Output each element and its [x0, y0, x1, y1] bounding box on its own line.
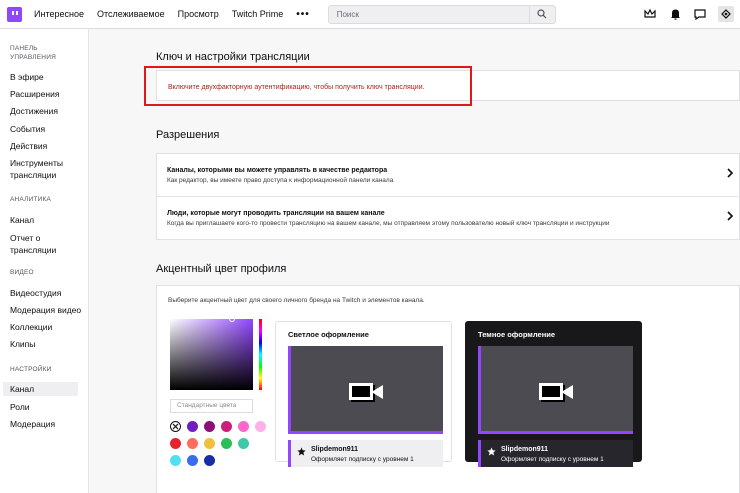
accent-color-card: Выберите акцентный цвет для своего лично… — [156, 285, 740, 493]
main-content: Ключ и настройки трансляции Включите дву… — [89, 29, 740, 493]
accent-description: Выберите акцентный цвет для своего лично… — [168, 297, 425, 304]
search-icon — [537, 9, 547, 19]
color-picker-handle[interactable] — [229, 316, 235, 322]
top-navigation: Интересное Отслеживаемое Просмотр Twitch… — [0, 0, 740, 29]
sidebar-item-channel-analytics[interactable]: Канал — [0, 214, 34, 226]
sidebar-item-events[interactable]: События — [0, 123, 45, 135]
permission-row-broadcasters[interactable]: Люди, которые могут проводить трансляции… — [157, 197, 740, 239]
permission-subtitle: Когда вы приглашаете кого-то провести тр… — [167, 220, 610, 227]
light-video-placeholder — [288, 346, 443, 434]
subscriber-name: Slipdemon911 — [311, 446, 359, 453]
crown-icon[interactable] — [643, 7, 657, 21]
permission-title: Каналы, которыми вы можете управлять в к… — [167, 167, 388, 174]
color-swatch[interactable] — [238, 438, 249, 449]
dark-video-placeholder — [478, 346, 633, 434]
sidebar-item-roles[interactable]: Роли — [0, 401, 30, 413]
color-picker-area[interactable] — [170, 316, 253, 390]
light-subscription-strip: Slipdemon911 Оформляет подписку с уровне… — [288, 440, 443, 467]
sidebar-item-activity[interactable]: Действия — [0, 140, 47, 152]
close-icon — [172, 423, 179, 430]
sidebar-section-analytics: АНАЛИТИКА — [10, 196, 52, 203]
search-button[interactable] — [529, 4, 556, 24]
dark-subscription-strip: Slipdemon911 Оформляет подписку с уровне… — [478, 440, 633, 467]
video-camera-icon — [539, 383, 573, 402]
sidebar-item-collections[interactable]: Коллекции — [0, 321, 52, 333]
dashboard-sidebar: ПАНЕЛЬ УПРАВЛЕНИЯ В эфире Расширения Дос… — [0, 29, 89, 493]
more-menu-button[interactable]: ••• — [296, 9, 310, 20]
color-swatch[interactable] — [204, 455, 215, 466]
color-swatch-selected[interactable] — [170, 421, 181, 432]
user-avatar[interactable] — [718, 6, 734, 22]
sidebar-section-dashboard: ПАНЕЛЬ УПРАВЛЕНИЯ — [10, 45, 56, 61]
sidebar-item-clips[interactable]: Клипы — [0, 338, 35, 350]
sidebar-item-stream-report[interactable]: Отчет о трансляции — [0, 232, 68, 256]
color-swatch[interactable] — [170, 438, 181, 449]
color-swatch[interactable] — [204, 421, 215, 432]
search-input[interactable]: Поиск — [327, 4, 530, 24]
sidebar-item-stream-tools[interactable]: Инструменты трансляции — [0, 157, 75, 181]
nav-link-browse[interactable]: Интересное — [34, 9, 84, 19]
notifications-bell-icon[interactable] — [668, 7, 682, 21]
permission-row-editor[interactable]: Каналы, которыми вы можете управлять в к… — [157, 154, 740, 196]
color-swatch[interactable] — [187, 455, 198, 466]
permissions-heading: Разрешения — [156, 129, 220, 141]
color-swatch[interactable] — [221, 421, 232, 432]
color-swatch[interactable] — [187, 438, 198, 449]
sidebar-item-extensions[interactable]: Расширения — [0, 88, 59, 100]
subscriber-name: Slipdemon911 — [501, 446, 549, 453]
nav-link-following[interactable]: Отслеживаемое — [97, 9, 165, 19]
light-theme-preview: Светлое оформление Slipdemon911 Оформляе… — [275, 321, 452, 467]
chevron-right-icon — [727, 168, 734, 178]
video-camera-icon — [349, 383, 383, 402]
whispers-icon[interactable] — [693, 7, 707, 21]
standard-colors-dropdown[interactable]: Стандартные цвета — [170, 399, 253, 413]
chevron-right-icon — [727, 211, 734, 221]
permissions-card: Каналы, которыми вы можете управлять в к… — [156, 153, 740, 240]
subscription-tier-text: Оформляет подписку с уровнем 1 — [501, 456, 604, 463]
sidebar-item-channel-settings[interactable]: Канал — [3, 382, 78, 396]
sidebar-section-video: ВИДЕО — [10, 269, 34, 276]
color-swatch[interactable] — [255, 421, 266, 432]
stream-key-heading: Ключ и настройки трансляции — [156, 51, 310, 63]
star-icon — [297, 447, 306, 456]
sidebar-item-achievements[interactable]: Достижения — [0, 105, 58, 117]
sidebar-item-live[interactable]: В эфире — [0, 71, 44, 83]
dark-theme-preview: Темное оформление Slipdemon911 Оформляет… — [465, 321, 642, 467]
twitch-logo-icon[interactable] — [7, 6, 22, 22]
sidebar-item-video-moderation[interactable]: Модерация видео — [0, 304, 81, 316]
color-swatch[interactable] — [204, 438, 215, 449]
sidebar-section-settings: НАСТРОЙКИ — [10, 366, 52, 373]
highlight-box — [144, 66, 472, 106]
nav-link-prime[interactable]: Twitch Prime — [232, 9, 284, 19]
sidebar-item-video-studio[interactable]: Видеостудия — [0, 287, 61, 299]
star-icon — [487, 447, 496, 456]
color-swatch[interactable] — [170, 455, 181, 466]
color-swatch[interactable] — [221, 438, 232, 449]
dark-theme-title: Темное оформление — [478, 330, 555, 339]
color-swatch[interactable] — [238, 421, 249, 432]
sidebar-item-moderation[interactable]: Модерация — [0, 418, 55, 430]
nav-link-watch[interactable]: Просмотр — [178, 9, 219, 19]
hue-slider[interactable] — [259, 319, 262, 390]
light-theme-title: Светлое оформление — [288, 330, 369, 339]
subscription-tier-text: Оформляет подписку с уровнем 1 — [311, 456, 414, 463]
permission-title: Люди, которые могут проводить трансляции… — [167, 210, 385, 217]
permission-subtitle: Как редактор, вы имеете право доступа к … — [167, 177, 394, 184]
color-swatch[interactable] — [187, 421, 198, 432]
accent-color-heading: Акцентный цвет профиля — [156, 263, 287, 275]
user-menu-icon — [721, 9, 731, 19]
